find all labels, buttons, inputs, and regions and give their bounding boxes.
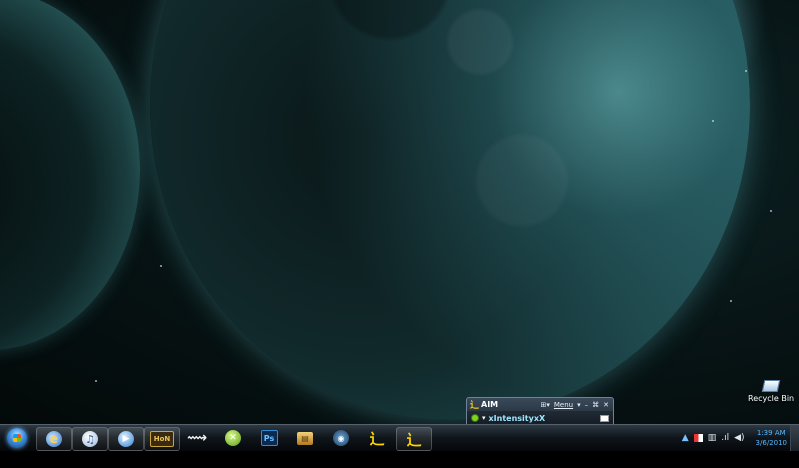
maximize-button[interactable]: ⌘ bbox=[591, 401, 600, 409]
ie-icon: e bbox=[46, 431, 62, 447]
chevron-down-icon[interactable]: ▾ bbox=[576, 401, 582, 409]
aim-self-status-row[interactable]: ▾ xIntensityxX bbox=[467, 411, 613, 424]
itunes-icon: ♫ bbox=[82, 431, 98, 447]
notification-area: ▲ ▥ .ıl ◀) 1:39 AM 3/6/2010 bbox=[682, 425, 787, 451]
recycle-bin-icon bbox=[761, 378, 779, 392]
wmp-icon: ▶ bbox=[118, 431, 134, 447]
archive-icon: ▤ bbox=[297, 431, 313, 445]
steam-icon: ⟿ bbox=[186, 430, 208, 446]
wallpaper-star bbox=[95, 380, 97, 382]
volume-icon[interactable]: ◀) bbox=[734, 433, 744, 443]
aim-screen-name[interactable]: xIntensityxX bbox=[489, 414, 546, 423]
wallpaper-main-planet bbox=[150, 0, 750, 420]
wallpaper-star bbox=[730, 300, 732, 302]
windows-orb-icon bbox=[7, 428, 27, 448]
xbox-icon: ✕ bbox=[225, 430, 241, 446]
taskbar-item-aim-window[interactable]: ⻌ bbox=[396, 427, 432, 451]
taskbar-item-media[interactable]: ◉ bbox=[324, 427, 358, 449]
mail-icon[interactable] bbox=[600, 414, 609, 422]
close-button[interactable]: ✕ bbox=[602, 401, 610, 409]
taskbar-item-wmp[interactable]: ▶ bbox=[108, 427, 144, 451]
show-desktop-button[interactable] bbox=[790, 425, 799, 451]
aim-icon: ⻌ bbox=[406, 430, 422, 449]
taskbar: e ♫ ▶ HoN ⟿ ✕ Ps ▤ ◉ ⻌ ⻌ ▲ ▥ .ıl ◀) 1:39… bbox=[0, 424, 799, 451]
desktop-icon-recycle-bin[interactable]: Recycle Bin bbox=[748, 378, 795, 403]
photoshop-icon: Ps bbox=[260, 430, 278, 446]
wallpaper-left-planet bbox=[0, 0, 140, 350]
system-clock[interactable]: 1:39 AM 3/6/2010 bbox=[756, 428, 787, 448]
aim-window-title: AIM bbox=[481, 400, 499, 409]
device-icon[interactable]: ▥ bbox=[708, 433, 717, 443]
taskbar-item-steam[interactable]: ⟿ bbox=[180, 427, 214, 449]
aim-buddy-list-window[interactable]: ⻌ AIM ⊞▾ Menu ▾ – ⌘ ✕ ▾ xIntensityxX bbox=[466, 397, 614, 424]
hon-icon: HoN bbox=[150, 431, 174, 447]
online-status-icon[interactable] bbox=[471, 414, 479, 422]
minimize-button[interactable]: – bbox=[584, 401, 590, 409]
wallpaper-star bbox=[745, 70, 747, 72]
clock-date: 3/6/2010 bbox=[755, 439, 787, 447]
show-hidden-icons-icon[interactable]: ▲ bbox=[682, 433, 689, 443]
taskbar-item-hon[interactable]: HoN bbox=[144, 427, 180, 451]
aim-running-man-icon: ⻌ bbox=[470, 401, 480, 411]
aim-icon: ⻌ bbox=[369, 429, 385, 448]
media-icon: ◉ bbox=[333, 430, 349, 446]
wallpaper-star bbox=[770, 210, 772, 212]
taskbar-item-xbox[interactable]: ✕ bbox=[216, 427, 250, 449]
clock-time: 1:39 AM bbox=[756, 429, 786, 437]
wallpaper-star bbox=[160, 265, 162, 267]
aim-menu-button[interactable]: Menu bbox=[553, 401, 574, 409]
aim-titlebar[interactable]: ⻌ AIM ⊞▾ Menu ▾ – ⌘ ✕ bbox=[467, 398, 613, 411]
taskbar-item-internet-explorer[interactable]: e bbox=[36, 427, 72, 451]
desktop-icon-label: Recycle Bin bbox=[748, 394, 795, 403]
taskbar-item-archive[interactable]: ▤ bbox=[288, 427, 322, 449]
action-center-flag-icon[interactable] bbox=[693, 434, 703, 442]
wallpaper-star bbox=[712, 120, 714, 122]
network-signal-icon[interactable]: .ıl bbox=[721, 433, 729, 443]
taskbar-item-itunes[interactable]: ♫ bbox=[72, 427, 108, 451]
taskbar-item-photoshop[interactable]: Ps bbox=[252, 427, 286, 449]
chevron-down-icon[interactable]: ▾ bbox=[482, 414, 486, 422]
grid-view-icon[interactable]: ⊞▾ bbox=[539, 401, 550, 409]
start-button[interactable] bbox=[3, 425, 31, 451]
desktop-wallpaper: Recycle Bin ⻌ AIM ⊞▾ Menu ▾ – ⌘ ✕ ▾ xInt… bbox=[0, 0, 799, 424]
taskbar-item-aim[interactable]: ⻌ bbox=[360, 427, 394, 449]
